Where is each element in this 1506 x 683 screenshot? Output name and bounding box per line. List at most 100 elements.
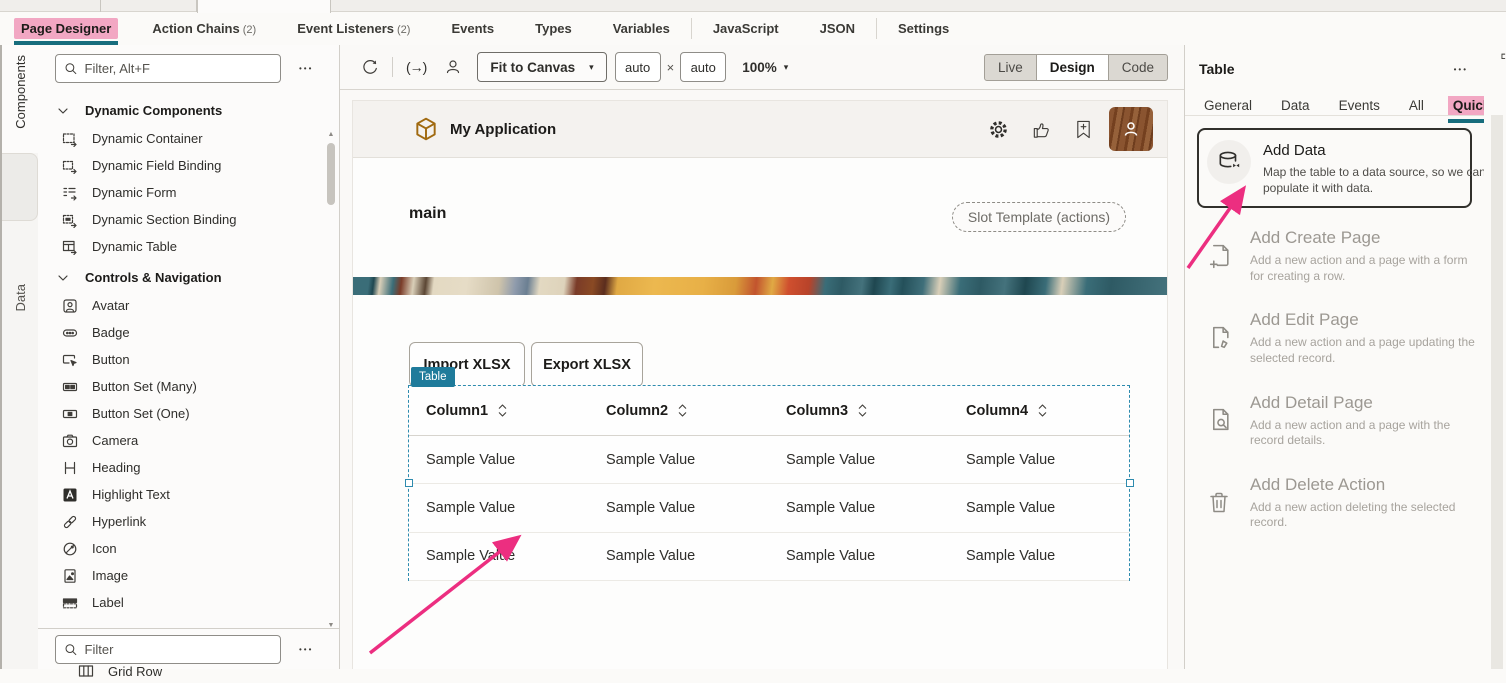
properties-panel: Table ••• General Data Events All Quick …	[1184, 45, 1484, 669]
section-dynamic-components[interactable]: Dynamic Components	[38, 96, 339, 125]
tab-types[interactable]: Types	[528, 12, 579, 45]
slot-template-actions[interactable]: Slot Template (actions)	[952, 202, 1126, 232]
component-dynamic-table[interactable]: Dynamic Table	[38, 233, 339, 260]
editor-tab-1[interactable]	[0, 0, 101, 12]
label-icon	[62, 595, 78, 611]
component-icon[interactable]: Icon	[38, 535, 339, 562]
component-avatar[interactable]: Avatar	[38, 292, 339, 319]
scroll-up-icon[interactable]: ▲	[326, 131, 336, 138]
component-image[interactable]: Image	[38, 562, 339, 589]
tabbar-divider	[876, 18, 877, 39]
component-button[interactable]: Button	[38, 346, 339, 373]
table-row[interactable]: Sample Value Sample Value Sample Value S…	[409, 533, 1129, 581]
component-badge[interactable]: Badge	[38, 319, 339, 346]
fit-to-canvas-dropdown[interactable]: Fit to Canvas ▾	[477, 52, 606, 82]
insert-cursor-icon[interactable]: (→)	[406, 59, 426, 75]
tab-settings[interactable]: Settings	[891, 12, 956, 45]
component-camera[interactable]: Camera	[38, 427, 339, 454]
component-dynamic-section-binding[interactable]: Dynamic Section Binding	[38, 206, 339, 233]
component-dynamic-form[interactable]: Dynamic Form	[38, 179, 339, 206]
structure-filter-input[interactable]	[85, 642, 272, 657]
selection-handle-left[interactable]	[405, 479, 413, 487]
tab-general[interactable]: General	[1199, 96, 1257, 115]
banner-image	[353, 277, 1167, 295]
table-cell: Sample Value	[949, 500, 1129, 516]
column-header[interactable]: Column4	[949, 403, 1129, 419]
sort-icon[interactable]	[677, 403, 688, 418]
rail-tab-data[interactable]: Data	[2, 153, 38, 221]
page-search-icon	[1207, 407, 1232, 434]
component-heading[interactable]: Heading	[38, 454, 339, 481]
tab-javascript[interactable]: JavaScript	[706, 12, 786, 45]
column-header[interactable]: Column2	[589, 403, 769, 419]
quick-start-add-data[interactable]: Add Data Map the table to a data source,…	[1197, 128, 1472, 208]
mode-code-button[interactable]: Code	[1108, 54, 1168, 81]
search-icon	[64, 61, 78, 76]
thumbs-up-icon[interactable]	[1031, 119, 1052, 140]
tab-event-listeners[interactable]: Event Listeners(2)	[290, 12, 417, 45]
component-button-set-one[interactable]: Button Set (One)	[38, 400, 339, 427]
app-logo-icon	[413, 116, 439, 142]
tab-all[interactable]: All	[1404, 96, 1429, 115]
component-label[interactable]: Label	[38, 589, 339, 616]
component-highlight-text[interactable]: Highlight Text	[38, 481, 339, 508]
selection-handle-right[interactable]	[1126, 479, 1134, 487]
properties-overflow-button[interactable]: •••	[1454, 65, 1468, 74]
column-header[interactable]: Column3	[769, 403, 949, 419]
mode-design-button[interactable]: Design	[1036, 54, 1109, 81]
canvas-toolbar: (→) Fit to Canvas ▾ × 100% ▾ Live Design…	[340, 45, 1184, 90]
canvas-height-input[interactable]	[680, 52, 726, 82]
toolbar-divider	[392, 57, 393, 77]
mode-switcher: Live Design Code	[984, 54, 1168, 81]
sort-icon[interactable]	[1037, 403, 1048, 418]
grid-row-icon	[78, 663, 94, 679]
export-xlsx-button[interactable]: Export XLSX	[531, 342, 643, 387]
sort-icon[interactable]	[857, 403, 868, 418]
component-dynamic-container[interactable]: Dynamic Container	[38, 125, 339, 152]
tab-events[interactable]: Events	[1334, 96, 1385, 115]
badge-icon	[62, 325, 78, 341]
section-controls-navigation[interactable]: Controls & Navigation	[38, 263, 339, 292]
sort-icon[interactable]	[497, 403, 508, 418]
structure-overflow-button[interactable]: •••	[299, 645, 313, 654]
components-scrollbar[interactable]: ▲ ▼	[326, 141, 336, 619]
column-header[interactable]: Column1	[409, 403, 589, 419]
tab-events[interactable]: Events	[444, 12, 501, 45]
table-cell: Sample Value	[949, 548, 1129, 564]
editor-tab-2[interactable]	[101, 0, 197, 12]
tab-variables[interactable]: Variables	[606, 12, 677, 45]
components-filter[interactable]	[55, 54, 281, 83]
tab-action-chains[interactable]: Action Chains(2)	[145, 12, 263, 45]
table-cell: Sample Value	[949, 452, 1129, 468]
right-scrollbar[interactable]	[1491, 115, 1503, 669]
zoom-dropdown[interactable]: 100% ▾	[742, 60, 788, 75]
table-header-row: Column1 Column2 Column3 Column4	[409, 386, 1129, 436]
table-row[interactable]: Sample Value Sample Value Sample Value S…	[409, 484, 1129, 532]
mode-live-button[interactable]: Live	[984, 54, 1037, 81]
component-dynamic-field-binding[interactable]: Dynamic Field Binding	[38, 152, 339, 179]
table-component[interactable]: Column1 Column2 Column3 Column4 Sample V…	[408, 385, 1130, 581]
component-hyperlink[interactable]: Hyperlink	[38, 508, 339, 535]
bookmark-plus-icon[interactable]	[1074, 119, 1093, 140]
components-filter-input[interactable]	[85, 61, 272, 76]
user-icon[interactable]	[444, 58, 462, 76]
components-overflow-button[interactable]: •••	[299, 64, 313, 73]
refresh-icon[interactable]	[361, 58, 379, 76]
dimension-separator: ×	[667, 60, 675, 75]
page-plus-icon	[1207, 243, 1232, 270]
tab-json[interactable]: JSON	[813, 12, 862, 45]
scrollbar-thumb[interactable]	[327, 143, 335, 205]
component-button-set-many[interactable]: Button Set (Many)	[38, 373, 339, 400]
table-row[interactable]: Sample Value Sample Value Sample Value S…	[409, 436, 1129, 484]
quick-start-item-title: Add Delete Action	[1250, 475, 1478, 495]
gear-icon[interactable]	[988, 119, 1009, 140]
tab-page-designer[interactable]: Page Designer	[14, 12, 118, 45]
user-avatar[interactable]	[1109, 107, 1153, 151]
page-heading[interactable]: main	[409, 205, 446, 223]
components-filter-row: •••	[38, 45, 339, 90]
rail-tab-components[interactable]: Components	[2, 45, 40, 153]
avatar-person-icon	[1121, 119, 1141, 139]
canvas-width-input[interactable]	[615, 52, 661, 82]
tab-data[interactable]: Data	[1276, 96, 1315, 115]
structure-item-partial[interactable]: Grid Row	[38, 659, 162, 683]
